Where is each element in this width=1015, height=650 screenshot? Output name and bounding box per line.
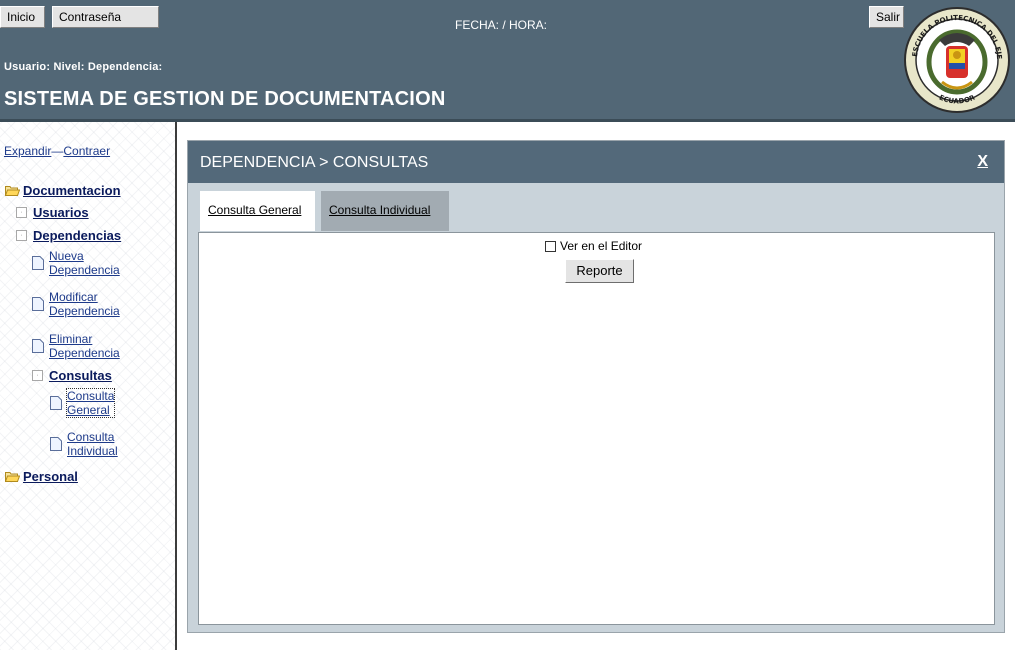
leaf-label[interactable]: Nueva Dependencia [49, 249, 120, 277]
header-bar: Inicio Contraseña FECHA: / HORA: Salir U… [0, 0, 1015, 122]
tree-node-documentacion[interactable]: Documentacion [5, 183, 121, 198]
expand-collapse-links: Expandir—Contraer [4, 144, 110, 158]
document-icon [50, 437, 62, 451]
tree-label-consultas[interactable]: Consultas [49, 368, 112, 383]
leaf-line-2: Dependencia [49, 346, 120, 360]
report-button[interactable]: Reporte [565, 259, 634, 283]
tree-node-consultas[interactable]: · Consultas [32, 368, 112, 383]
leaf-label[interactable]: Eliminar Dependencia [49, 332, 120, 360]
leaf-line-2: Individual [67, 444, 118, 458]
leaf-line-2: Dependencia [49, 263, 120, 277]
tree-label-personal[interactable]: Personal [23, 469, 78, 484]
view-in-editor-checkbox[interactable] [545, 240, 556, 252]
tree-leaf-modificar-dependencia[interactable]: Modificar Dependencia [32, 290, 120, 318]
expand-box-icon: · [32, 370, 43, 381]
tree-node-dependencias[interactable]: · Dependencias [16, 228, 121, 243]
expand-separator: — [51, 144, 64, 158]
tree-leaf-eliminar-dependencia[interactable]: Eliminar Dependencia [32, 332, 120, 360]
panel-header: DEPENDENCIA > CONSULTAS X [188, 141, 1004, 183]
editor-option: Ver en el Editor [545, 239, 642, 253]
leaf-label[interactable]: Consulta Individual [67, 430, 118, 458]
document-icon [32, 297, 44, 311]
sidebar-menu: Expandir—Contraer Documentacion · Usuari… [0, 122, 175, 650]
leaf-label[interactable]: Modificar Dependencia [49, 290, 120, 318]
document-icon [32, 256, 44, 270]
close-panel-button[interactable]: X [977, 153, 988, 171]
document-icon [32, 339, 44, 353]
expand-box-icon: · [16, 207, 27, 218]
tree-label-documentacion[interactable]: Documentacion [23, 183, 121, 198]
consultas-panel: DEPENDENCIA > CONSULTAS X Consulta Gener… [187, 140, 1005, 633]
tab-consulta-individual[interactable]: Consulta Individual [321, 191, 449, 231]
leaf-line-2: General [67, 403, 110, 417]
tree-label-usuarios[interactable]: Usuarios [33, 205, 89, 220]
expand-link[interactable]: Expandir [4, 144, 51, 158]
leaf-line-1: Eliminar [49, 332, 93, 346]
collapse-link[interactable]: Contraer [63, 144, 110, 158]
folder-open-icon [5, 185, 20, 196]
leaf-line-2: Dependencia [49, 304, 120, 318]
panel-title: DEPENDENCIA > CONSULTAS [200, 154, 429, 171]
leaf-line-1: Consulta [67, 389, 115, 403]
tab-content-area: Ver en el Editor Reporte [198, 232, 995, 625]
password-button[interactable]: Contraseña [52, 6, 159, 28]
tree-leaf-nueva-dependencia[interactable]: Nueva Dependencia [32, 249, 120, 277]
leaf-line-1: Consulta [67, 430, 115, 444]
inicio-button[interactable]: Inicio [0, 6, 45, 28]
system-title: SISTEMA DE GESTION DE DOCUMENTACION [4, 88, 446, 110]
tree-label-dependencias[interactable]: Dependencias [33, 228, 121, 243]
tree-node-personal[interactable]: Personal [5, 469, 78, 484]
leaf-line-1: Modificar [49, 290, 98, 304]
institution-seal-logo: ESCUELA POLITECNICA DEL EJERCITO ECUADOR [899, 0, 1010, 113]
date-time-label: FECHA: / HORA: [455, 18, 548, 32]
user-info-line: Usuario: Nivel: Dependencia: [4, 61, 163, 73]
tree-leaf-consulta-general[interactable]: Consulta General [50, 388, 116, 418]
leaf-label[interactable]: Consulta General [65, 388, 116, 418]
folder-open-icon [5, 471, 20, 482]
tree-leaf-consulta-individual[interactable]: Consulta Individual [50, 430, 118, 458]
view-in-editor-label: Ver en el Editor [560, 239, 643, 253]
tree-node-usuarios[interactable]: · Usuarios [16, 205, 89, 220]
leaf-line-1: Nueva [49, 249, 84, 263]
sidebar-divider [175, 122, 177, 650]
tab-consulta-general[interactable]: Consulta General [200, 191, 315, 231]
expand-box-icon: · [16, 230, 27, 241]
document-icon [50, 396, 62, 410]
